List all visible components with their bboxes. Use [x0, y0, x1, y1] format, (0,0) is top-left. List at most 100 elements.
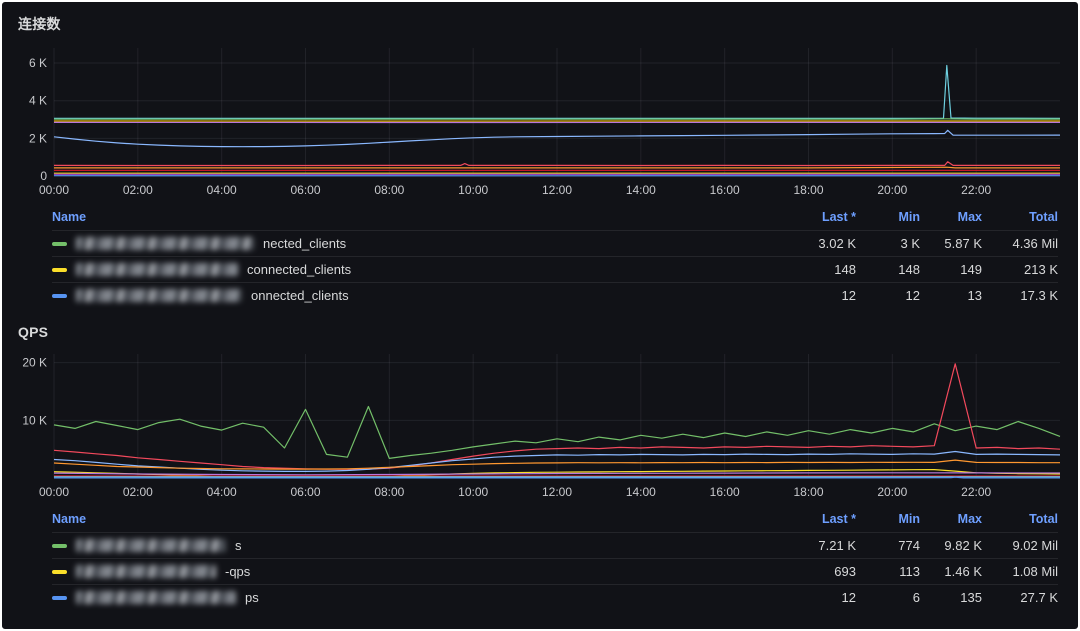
- legend-value-total: 213 K: [982, 262, 1058, 277]
- x-axis-tick-label: 16:00: [710, 183, 740, 197]
- series-name-suffix: ps: [245, 590, 259, 605]
- legend-value-last: 7.21 K: [746, 538, 856, 553]
- series-name-cell[interactable]: onnected_clients: [52, 288, 746, 303]
- x-axis-tick-label: 12:00: [542, 183, 572, 197]
- x-axis-tick-label: 22:00: [961, 183, 991, 197]
- x-axis-tick-label: 18:00: [793, 485, 823, 499]
- legend-value-min: 6: [856, 590, 920, 605]
- x-axis-tick-label: 12:00: [542, 485, 572, 499]
- series-name-suffix: -qps: [225, 564, 250, 579]
- legend-value-total: 9.02 Mil: [982, 538, 1058, 553]
- y-axis-tick-label: 10 K: [22, 413, 47, 427]
- y-axis-tick-label: 2 K: [29, 131, 47, 145]
- series-name-cell[interactable]: connected_clients: [52, 262, 746, 277]
- y-axis-tick-label: 4 K: [29, 94, 47, 108]
- legend-column-last[interactable]: Last *: [746, 210, 856, 224]
- series-color-icon: [52, 544, 67, 548]
- series-line-clients-orange: [54, 167, 1060, 168]
- x-axis-tick-label: 06:00: [290, 183, 320, 197]
- x-axis-tick-label: 04:00: [207, 485, 237, 499]
- legend-value-min: 148: [856, 262, 920, 277]
- series-name-suffix: connected_clients: [247, 262, 351, 277]
- x-axis-tick-label: 04:00: [207, 183, 237, 197]
- legend-header-row: NameLast *MinMaxTotal: [52, 506, 1058, 532]
- series-name-cell[interactable]: s: [52, 538, 746, 553]
- series-name-suffix: nected_clients: [263, 236, 346, 251]
- series-name-cell[interactable]: ps: [52, 590, 746, 605]
- legend-series-row[interactable]: onnected_clients12121317.3 K: [52, 282, 1058, 308]
- legend-column-last[interactable]: Last *: [746, 512, 856, 526]
- x-axis-tick-label: 08:00: [374, 485, 404, 499]
- series-color-icon: [52, 596, 67, 600]
- legend-series-row[interactable]: ps 12613527.7 K: [52, 584, 1058, 610]
- x-axis-tick-label: 02:00: [123, 183, 153, 197]
- x-axis-tick-label: 22:00: [961, 485, 991, 499]
- redacted-series-name: [76, 237, 254, 250]
- legend-column-max[interactable]: Max: [920, 210, 982, 224]
- redacted-series-name: [76, 591, 236, 604]
- legend-value-last: 693: [746, 564, 856, 579]
- qps-time-series-chart[interactable]: 00:0002:0004:0006:0008:0010:0012:0014:00…: [16, 348, 1064, 504]
- legend-value-min: 12: [856, 288, 920, 303]
- legend-value-total: 4.36 Mil: [982, 236, 1058, 251]
- legend-value-min: 3 K: [856, 236, 920, 251]
- panel-connections: 连接数 00:00 02:00 04:00 06:00 08:00 10:00 12:00 1…: [2, 2, 1078, 312]
- panel-qps: QPS 00:0002:0004:0006:0008:0010:0012:001…: [2, 312, 1078, 614]
- legend-value-last: 12: [746, 288, 856, 303]
- legend-value-last: 12: [746, 590, 856, 605]
- series-line-qps-blue: [54, 477, 1060, 478]
- y-axis-tick-label: 0: [40, 169, 47, 183]
- x-axis-tick-label: 20:00: [877, 485, 907, 499]
- legend-value-total: 1.08 Mil: [982, 564, 1058, 579]
- x-axis-tick-label: 08:00: [374, 183, 404, 197]
- panel-title-connections: 连接数: [18, 14, 1064, 34]
- legend-value-max: 149: [920, 262, 982, 277]
- legend-value-max: 1.46 K: [920, 564, 982, 579]
- legend-column-total[interactable]: Total: [982, 512, 1058, 526]
- x-axis-tick-label: 00:00: [39, 183, 69, 197]
- series-name-suffix: s: [235, 538, 242, 553]
- legend-series-row[interactable]: s7.21 K7749.82 K9.02 Mil: [52, 532, 1058, 558]
- x-axis-tick-label: 16:00: [710, 485, 740, 499]
- redacted-series-name: [76, 263, 238, 276]
- series-name-cell[interactable]: -qps: [52, 564, 746, 579]
- series-color-icon: [52, 268, 67, 272]
- series-color-icon: [52, 294, 67, 298]
- legend-column-min[interactable]: Min: [856, 512, 920, 526]
- series-color-icon: [52, 570, 67, 574]
- legend-column-name[interactable]: Name: [52, 512, 746, 526]
- legend-value-total: 27.7 K: [982, 590, 1058, 605]
- legend-header-row: NameLast *MinMaxTotal: [52, 204, 1058, 230]
- redacted-series-name: [76, 289, 242, 302]
- legend-value-min: 774: [856, 538, 920, 553]
- legend-value-max: 135: [920, 590, 982, 605]
- series-name-suffix: onnected_clients: [251, 288, 349, 303]
- y-axis-tick-label: 20 K: [22, 356, 47, 370]
- x-axis-tick-label: 20:00: [877, 183, 907, 197]
- legend-value-max: 13: [920, 288, 982, 303]
- legend-value-max: 5.87 K: [920, 236, 982, 251]
- legend-series-row[interactable]: -qps6931131.46 K1.08 Mil: [52, 558, 1058, 584]
- x-axis-tick-label: 10:00: [458, 183, 488, 197]
- x-axis-tick-label: 06:00: [290, 485, 320, 499]
- legend-value-last: 148: [746, 262, 856, 277]
- legend-series-row[interactable]: connected_clients148148149213 K: [52, 256, 1058, 282]
- legend-column-max[interactable]: Max: [920, 512, 982, 526]
- legend-column-total[interactable]: Total: [982, 210, 1058, 224]
- x-axis-tick-label: 10:00: [458, 485, 488, 499]
- x-axis-tick-label: 18:00: [793, 183, 823, 197]
- series-name-cell[interactable]: nected_clients: [52, 236, 746, 251]
- legend-column-min[interactable]: Min: [856, 210, 920, 224]
- panel-title-qps: QPS: [18, 324, 1064, 340]
- time-series-plot[interactable]: 00:0002:0004:0006:0008:0010:0012:0014:00…: [16, 42, 1068, 202]
- qps-legend-table: NameLast *MinMaxTotals7.21 K7749.82 K9.0…: [52, 506, 1058, 610]
- connections-time-series-chart[interactable]: 00:0002:0004:0006:0008:0010:0012:0014:00…: [16, 42, 1064, 202]
- legend-column-name[interactable]: Name: [52, 210, 746, 224]
- legend-value-total: 17.3 K: [982, 288, 1058, 303]
- x-axis-tick-label: 14:00: [626, 485, 656, 499]
- time-series-plot[interactable]: 00:0002:0004:0006:0008:0010:0012:0014:00…: [16, 348, 1068, 504]
- grafana-dashboard: 连接数 00:00 02:00 04:00 06:00 08:00 10:00 12:00 1…: [0, 0, 1080, 631]
- y-axis-tick-label: 6 K: [29, 56, 47, 70]
- legend-series-row[interactable]: nected_clients 3.02 K3 K5.87 K4.36 Mil: [52, 230, 1058, 256]
- legend-value-last: 3.02 K: [746, 236, 856, 251]
